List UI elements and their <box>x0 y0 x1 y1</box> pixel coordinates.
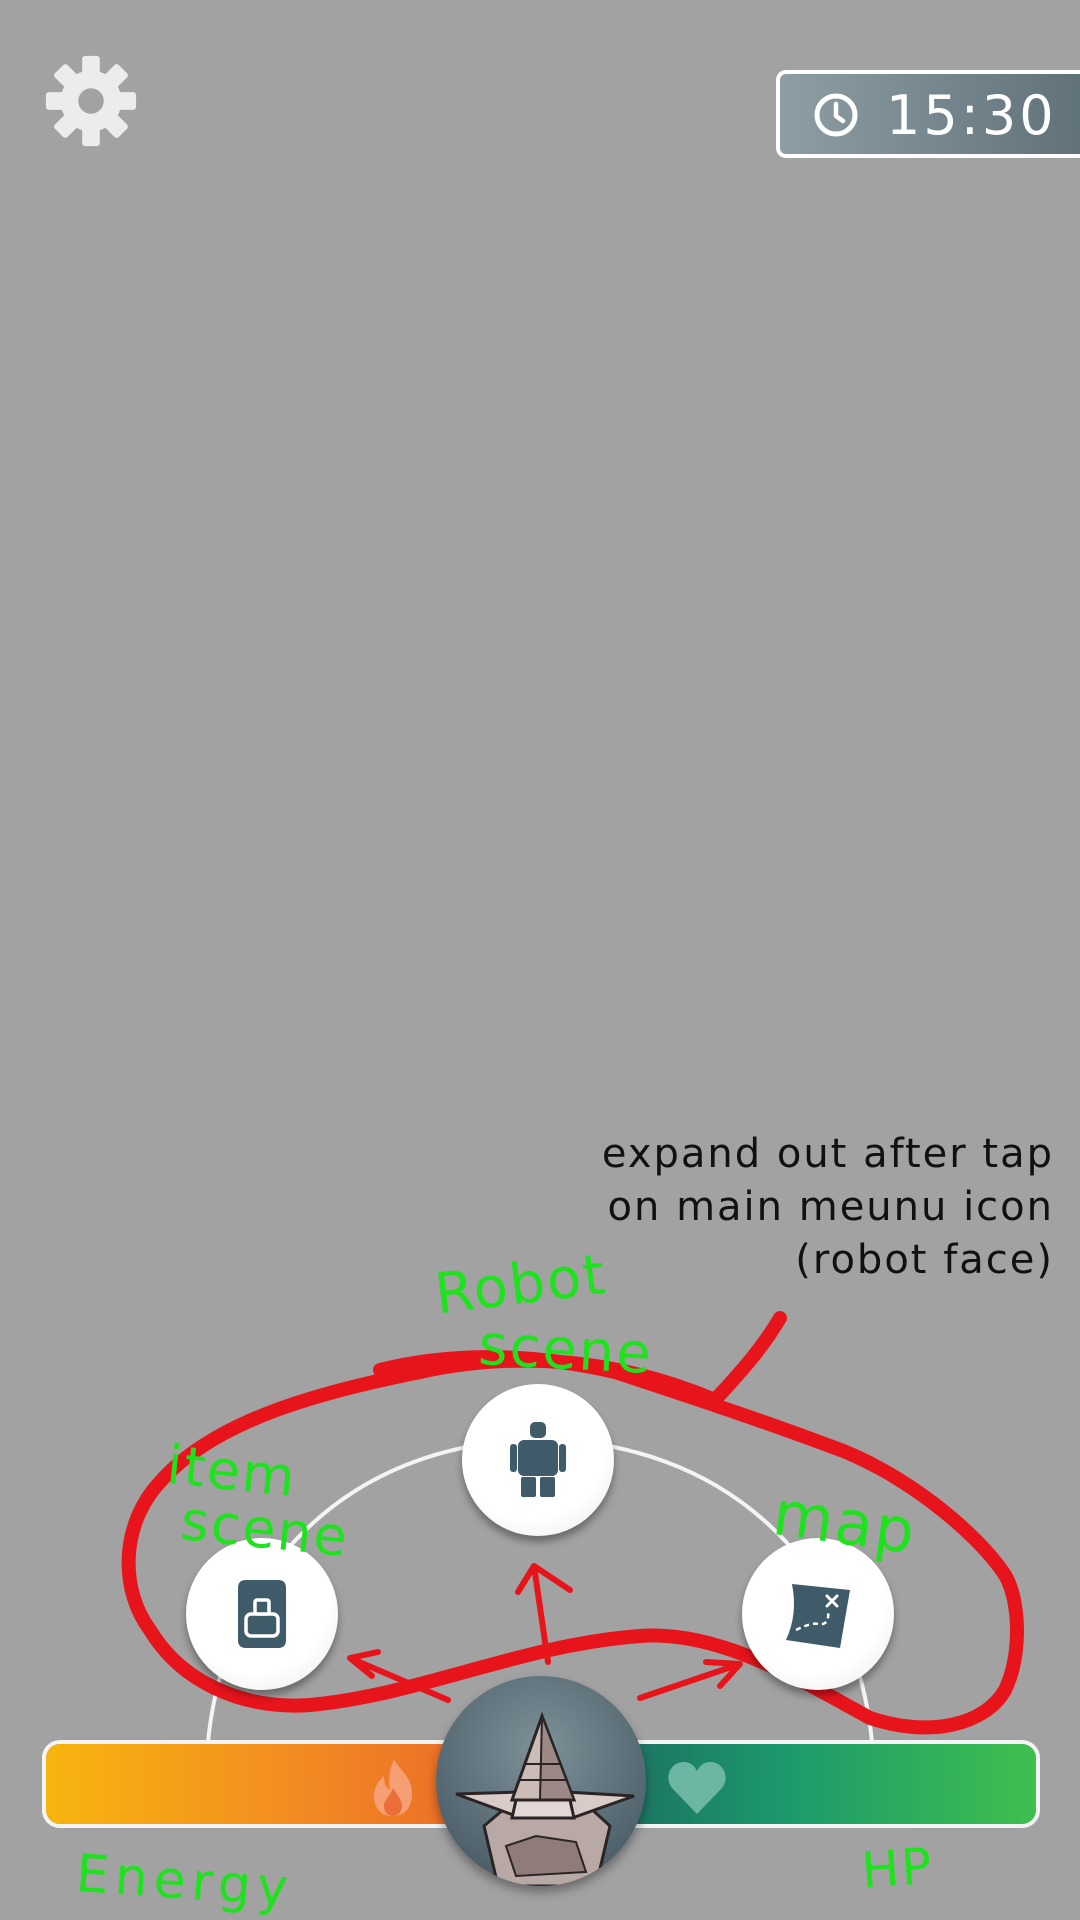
handwritten-label-item-scene: scene <box>177 1489 353 1570</box>
timer-display: 15:30 <box>776 70 1080 158</box>
clock-icon <box>814 93 858 137</box>
annotation-line: expand out after tap <box>601 1131 1054 1177</box>
main-menu-button[interactable] <box>436 1676 646 1886</box>
heart-icon <box>668 1762 726 1814</box>
fire-icon <box>374 1760 412 1816</box>
map-icon <box>786 1584 850 1648</box>
handwritten-label-hp: HP <box>859 1837 936 1900</box>
handwritten-label-scene: scene <box>476 1313 655 1388</box>
robot-scene-button[interactable] <box>462 1384 614 1536</box>
gear-icon <box>45 55 137 147</box>
red-arrow-left <box>347 1649 451 1703</box>
handwritten-label-energy: Energy <box>74 1844 296 1920</box>
backpack-icon <box>238 1580 286 1648</box>
robot-face-icon <box>455 1711 635 1886</box>
red-arrow-up <box>515 1563 573 1665</box>
robot-icon <box>510 1422 566 1497</box>
annotation-overlay <box>121 1311 1024 1743</box>
red-arrow-right <box>637 1659 743 1701</box>
handwritten-label-map: map <box>768 1476 922 1569</box>
annotation-line: on main meunu icon <box>607 1184 1054 1230</box>
handwritten-label-robot: Robot <box>431 1242 611 1328</box>
settings-button[interactable] <box>42 52 140 150</box>
timer-text: 15:30 <box>886 84 1057 147</box>
